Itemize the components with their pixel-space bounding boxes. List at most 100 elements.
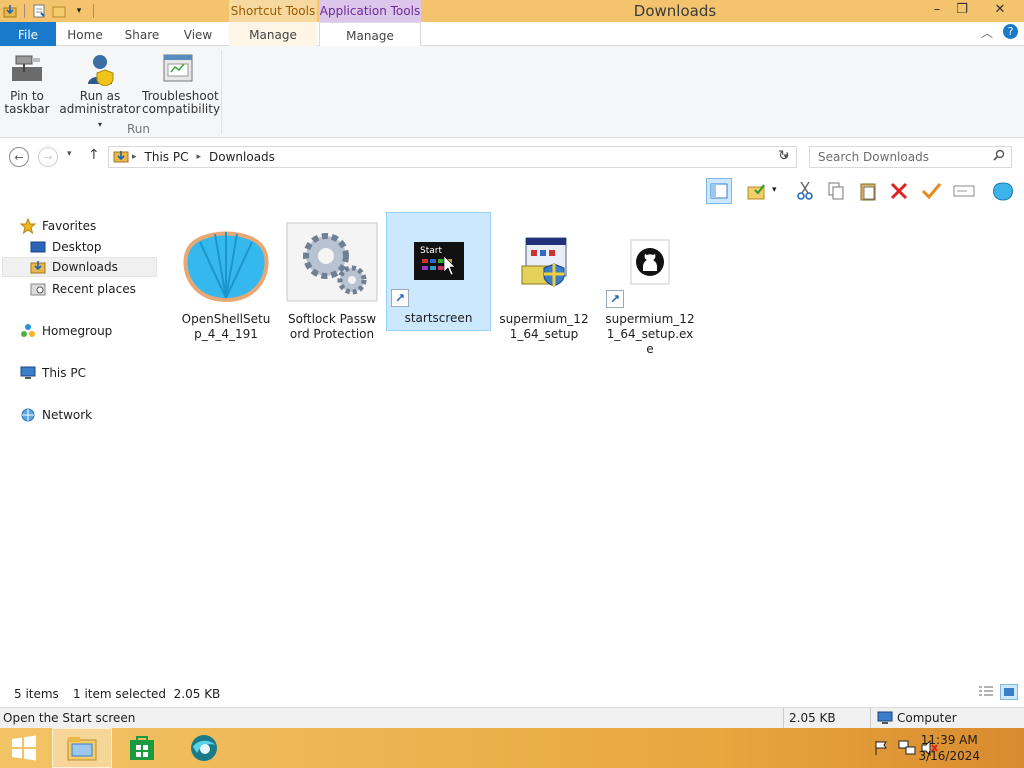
tab-file[interactable]: File bbox=[0, 22, 56, 46]
context-tab-shortcut-tools: Shortcut Tools bbox=[229, 0, 317, 22]
file-item[interactable]: Softlock Password Protection bbox=[284, 214, 380, 346]
details-bar: Open the Start screen 2.05 KB Computer bbox=[0, 707, 1024, 728]
star-icon bbox=[20, 218, 36, 234]
nav-favorites[interactable]: Favorites bbox=[20, 216, 96, 236]
back-button[interactable]: ← bbox=[9, 147, 29, 167]
nav-downloads-label: Downloads bbox=[52, 260, 118, 274]
paste-icon[interactable] bbox=[855, 178, 881, 204]
nav-homegroup[interactable]: Homegroup bbox=[20, 321, 112, 341]
downloads-icon bbox=[30, 259, 46, 275]
desktop-icon bbox=[30, 239, 46, 255]
folder-down-icon[interactable] bbox=[2, 3, 18, 19]
help-icon[interactable]: ? bbox=[1003, 24, 1018, 39]
minimize-ribbon-icon[interactable]: ︿ bbox=[981, 24, 993, 41]
large-icons-view-icon[interactable] bbox=[1000, 684, 1018, 700]
quick-access-toolbar: ▾ bbox=[2, 2, 96, 20]
title-bar: ▾ Shortcut Tools Application Tools Downl… bbox=[0, 0, 1024, 22]
breadcrumb-this-pc[interactable]: This PC bbox=[140, 150, 194, 164]
openshell-icon bbox=[178, 214, 274, 310]
nav-this-pc[interactable]: This PC bbox=[20, 363, 86, 383]
file-explorer-icon bbox=[67, 737, 97, 761]
taskbar-browser[interactable] bbox=[174, 728, 234, 768]
delete-icon[interactable] bbox=[886, 178, 912, 204]
troubleshoot-compatibility-label: Troubleshoot compatibility bbox=[142, 89, 221, 116]
clock-time: 11:39 AM bbox=[920, 733, 978, 747]
pin-icon bbox=[10, 52, 44, 86]
downloads-folder-icon bbox=[113, 149, 129, 166]
search-icon[interactable] bbox=[993, 147, 1005, 167]
windows-logo-icon bbox=[12, 735, 36, 761]
taskbar-file-explorer[interactable] bbox=[52, 728, 112, 768]
start-button[interactable] bbox=[0, 728, 48, 768]
nav-desktop[interactable]: Desktop bbox=[30, 237, 102, 257]
details-divider bbox=[870, 708, 871, 728]
tab-manage-shortcut[interactable]: Manage bbox=[229, 22, 317, 46]
details-view-icon[interactable] bbox=[978, 685, 994, 702]
restore-button[interactable]: ❐ bbox=[947, 0, 977, 22]
selection-info: 1 item selected 2.05 KB bbox=[73, 687, 221, 701]
nav-this-pc-label: This PC bbox=[42, 366, 86, 380]
action-center-flag-icon[interactable] bbox=[873, 740, 889, 759]
shortcut-arrow-icon: ↗ bbox=[391, 289, 409, 307]
navigation-pane-icon[interactable] bbox=[706, 178, 732, 204]
troubleshoot-compatibility-button[interactable]: Troubleshoot compatibility bbox=[142, 52, 221, 116]
copy-icon[interactable] bbox=[823, 178, 849, 204]
rename-icon[interactable] bbox=[951, 178, 977, 204]
file-item[interactable]: OpenShellSetup_4_4_191 bbox=[178, 214, 274, 346]
breadcrumb-separator[interactable]: ▸ bbox=[129, 152, 140, 162]
folder-options-dropdown[interactable]: ▾ bbox=[772, 185, 777, 195]
admin-user-icon bbox=[83, 52, 117, 87]
new-folder-icon[interactable] bbox=[51, 3, 67, 19]
tab-home[interactable]: Home bbox=[58, 22, 112, 46]
properties-check-icon[interactable] bbox=[918, 178, 944, 204]
customize-qat-icon[interactable]: ▾ bbox=[71, 3, 87, 19]
tab-share[interactable]: Share bbox=[116, 22, 168, 46]
recent-locations-dropdown[interactable]: ▾ bbox=[67, 149, 72, 159]
file-item[interactable]: ↗ supermium_121_64_setup.exe bbox=[602, 214, 698, 361]
taskbar-store[interactable] bbox=[112, 728, 172, 768]
breadcrumb-downloads[interactable]: Downloads bbox=[204, 150, 280, 164]
nav-downloads[interactable]: Downloads bbox=[2, 257, 157, 277]
breadcrumb-separator[interactable]: ▸ bbox=[193, 152, 204, 162]
search-input[interactable]: Search Downloads bbox=[818, 150, 929, 164]
homegroup-icon bbox=[20, 323, 36, 339]
tab-manage-application[interactable]: Manage bbox=[319, 22, 421, 47]
gears-icon bbox=[284, 214, 380, 310]
network-icon bbox=[20, 407, 36, 423]
qat-separator bbox=[93, 4, 94, 18]
address-bar[interactable]: ▸ This PC ▸ Downloads ▾ bbox=[108, 146, 797, 168]
run-as-administrator-button[interactable]: Run as administrator ▾ bbox=[58, 52, 142, 131]
network-tray-icon[interactable] bbox=[898, 740, 916, 759]
file-item-selected[interactable]: Start ↗ startscreen bbox=[386, 212, 491, 331]
file-item[interactable]: supermium_121_64_setup bbox=[496, 214, 592, 346]
status-bar: 5 items 1 item selected 2.05 KB bbox=[0, 683, 1024, 705]
address-row: ← → ▾ ↑ ▸ This PC ▸ Downloads ▾ ↻ Search… bbox=[0, 139, 1024, 175]
up-button[interactable]: ↑ bbox=[88, 147, 100, 163]
ribbon-help-area: ︿ ? bbox=[981, 24, 1018, 41]
forward-button[interactable]: → bbox=[38, 147, 58, 167]
tab-view[interactable]: View bbox=[174, 22, 222, 46]
cut-icon[interactable] bbox=[792, 178, 818, 204]
file-name: Softlock Password Protection bbox=[287, 312, 377, 341]
shortcut-arrow-icon: ↗ bbox=[606, 290, 624, 308]
refresh-icon[interactable]: ↻ bbox=[778, 148, 790, 164]
store-icon bbox=[130, 736, 154, 760]
installer-icon bbox=[496, 214, 592, 310]
item-description: Open the Start screen bbox=[3, 711, 136, 725]
nav-network[interactable]: Network bbox=[20, 405, 92, 425]
close-button[interactable]: ✕ bbox=[985, 0, 1015, 22]
file-name: OpenShellSetup_4_4_191 bbox=[181, 312, 271, 341]
github-icon: ↗ bbox=[602, 214, 698, 310]
pin-to-taskbar-button[interactable]: Pin to taskbar bbox=[4, 52, 50, 116]
properties-icon[interactable] bbox=[31, 3, 47, 19]
item-count: 5 items bbox=[14, 687, 59, 701]
system-clock[interactable]: 11:39 AM 3/16/2024 bbox=[918, 732, 980, 764]
command-toolbar: ▾ bbox=[0, 175, 1024, 207]
up-arrow-icon: ↑ bbox=[88, 147, 100, 163]
nav-recent-places[interactable]: Recent places bbox=[30, 279, 136, 299]
pin-to-taskbar-label: Pin to taskbar bbox=[4, 89, 50, 116]
folder-options-icon[interactable] bbox=[744, 178, 770, 204]
ribbon-group-run-label: Run bbox=[127, 122, 151, 136]
openshell-toolbar-icon[interactable] bbox=[990, 178, 1016, 204]
search-box[interactable]: Search Downloads bbox=[809, 146, 1012, 168]
